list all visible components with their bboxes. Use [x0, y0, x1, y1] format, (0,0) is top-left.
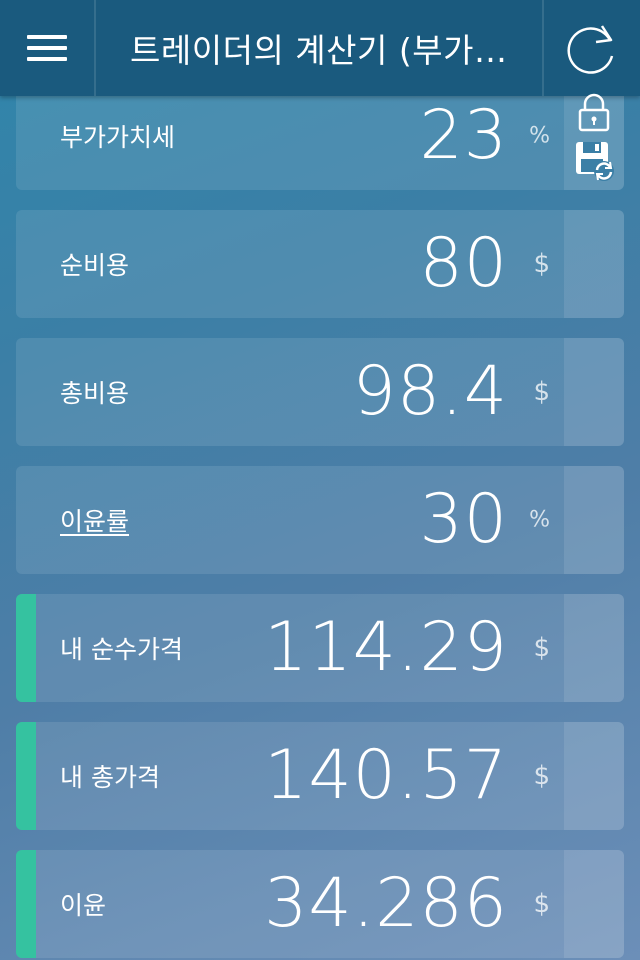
vat-actions — [564, 92, 624, 188]
profit-unit: $ — [533, 889, 550, 919]
gross-cost-value[interactable]: 98.4 — [353, 358, 508, 426]
margin-label[interactable]: 이윤률 — [60, 502, 129, 538]
gross-cost-unit: $ — [533, 377, 550, 407]
profit-label: 이윤 — [60, 891, 107, 920]
vat-unit: % — [529, 123, 550, 149]
margin-value[interactable]: 30 — [419, 486, 508, 554]
result-accent-bar — [16, 722, 36, 830]
result-accent-bar — [16, 850, 36, 958]
gross-cost-label: 총비용 — [60, 379, 130, 408]
gross-cost-row[interactable]: 총비용 98.4 $ — [16, 338, 624, 446]
net-price-value: 114.29 — [264, 608, 508, 687]
net-price-row[interactable]: 내 순수가격 114.29 $ — [16, 594, 624, 702]
gross-price-row[interactable]: 내 총가격 140.57 $ — [16, 722, 624, 830]
profit-value: 34.286 — [264, 864, 508, 943]
net-cost-unit: $ — [533, 249, 550, 279]
net-cost-row[interactable]: 순비용 80 $ — [16, 210, 624, 318]
gross-price-label: 내 총가격 — [60, 763, 160, 792]
vat-row[interactable]: 부가가치세 23 % — [16, 82, 624, 190]
refresh-icon — [567, 25, 614, 74]
gross-price-value: 140.57 — [264, 736, 508, 815]
hamburger-menu-icon — [27, 35, 67, 61]
refresh-button[interactable] — [542, 0, 640, 96]
net-cost-value[interactable]: 80 — [419, 230, 508, 298]
net-price-unit: $ — [533, 633, 550, 663]
lock-icon[interactable] — [576, 92, 612, 132]
net-price-label: 내 순수가격 — [60, 635, 183, 664]
vat-value[interactable]: 23 — [419, 102, 508, 170]
menu-button[interactable] — [0, 0, 96, 96]
page-title: 트레이더의 계산기 (부가가… — [130, 31, 539, 70]
result-accent-bar — [16, 594, 36, 702]
margin-unit: % — [529, 507, 550, 533]
app-bar: 트레이더의 계산기 (부가가… — [0, 0, 640, 96]
gross-price-unit: $ — [533, 761, 550, 791]
profit-row[interactable]: 이윤 34.286 $ — [16, 850, 624, 958]
vat-label: 부가가치세 — [60, 123, 176, 152]
net-cost-label: 순비용 — [60, 251, 130, 280]
save-sync-icon[interactable] — [574, 140, 616, 182]
margin-row[interactable]: 이윤률 30 % — [16, 466, 624, 574]
